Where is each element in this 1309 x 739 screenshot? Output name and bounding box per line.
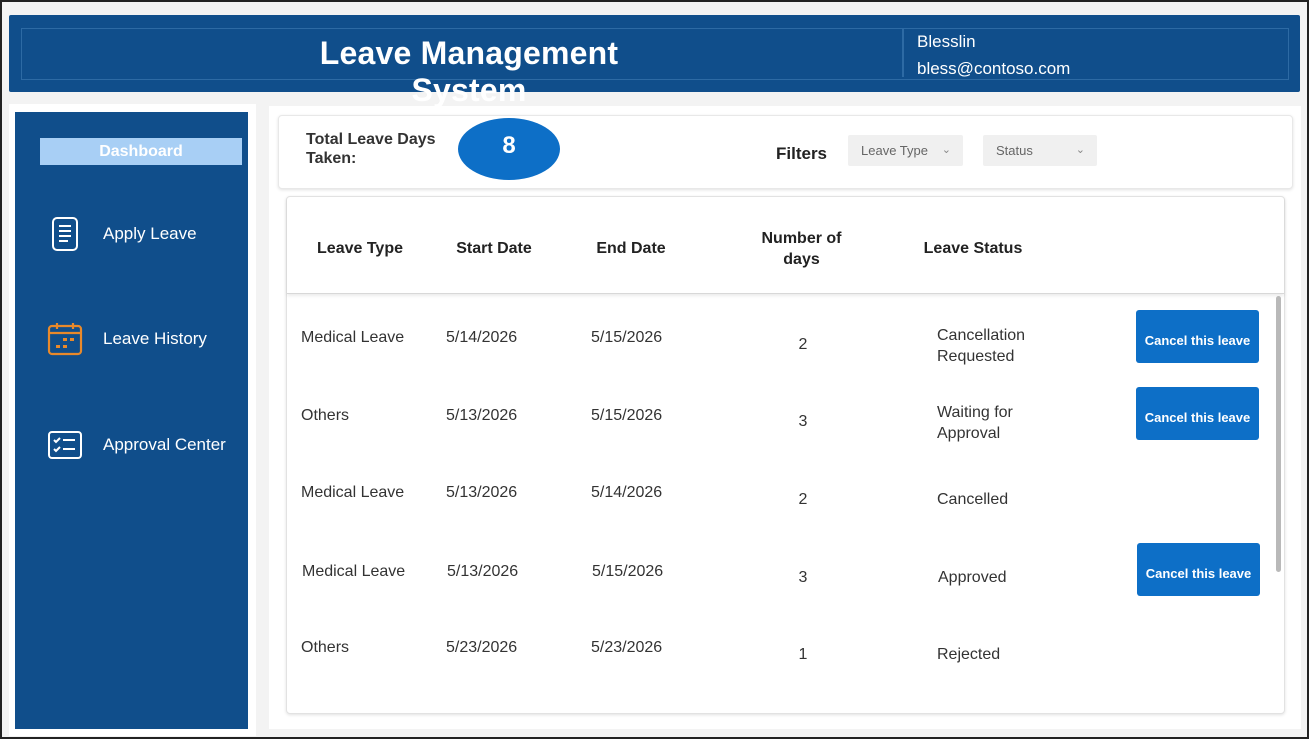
row-1-days: 2 [798,336,808,353]
row-4-status: Approved [938,569,1007,586]
row-1-status: Cancellation Requested [937,327,1026,365]
leave-table: Leave Type Start Date End Date Number of… [286,196,1285,714]
row-1-start-date: 5/14/2026 [446,329,518,346]
table-scrollbar[interactable] [1276,296,1281,572]
filters-label: Filters [776,144,828,163]
status-filter[interactable]: Status ⌄ [983,135,1097,166]
chevron-down-icon: ⌄ [941,144,951,156]
cancel-leave-button[interactable]: Cancel this leave [1136,387,1259,440]
row-1-leave-type: Medical Leave [301,329,405,346]
status-filter-label: Status [996,143,1033,158]
column-header-start-date: Start Date [456,240,532,257]
header-divider [902,29,904,77]
sidebar-item-apply-leave[interactable]: Apply Leave [45,209,245,259]
row-5-end-date: 5/23/2026 [591,639,663,656]
row-2-end-date: 5/15/2026 [591,407,663,424]
column-header-leave-status: Leave Status [923,240,1023,257]
sidebar: Dashboard Apply Leave Leave History Appr… [15,112,248,729]
row-4-end-date: 5/15/2026 [592,563,664,580]
column-header-number-of-days: Number of days [761,230,842,268]
user-email: bless@contoso.com [917,59,1071,78]
row-5-start-date: 5/23/2026 [446,639,518,656]
row-5-days: 1 [798,646,808,663]
row-3-start-date: 5/13/2026 [446,484,518,501]
leave-type-filter-label: Leave Type [861,143,928,158]
user-name: Blesslin [917,32,976,51]
total-leave-badge: 8 [458,118,560,180]
sidebar-item-approval-center[interactable]: Approval Center [45,420,245,470]
row-4-leave-type: Medical Leave [302,563,406,580]
sidebar-item-label: Leave History [103,329,207,348]
row-2-status: Waiting for Approval [937,404,1013,442]
sidebar-item-leave-history[interactable]: Leave History [45,314,245,364]
document-icon [45,214,85,254]
row-1-end-date: 5/15/2026 [591,329,663,346]
column-header-leave-type: Leave Type [317,240,403,257]
row-5-leave-type: Others [301,639,350,656]
row-5-status: Rejected [937,646,1001,663]
row-2-start-date: 5/13/2026 [446,407,518,424]
row-3-end-date: 5/14/2026 [591,484,663,501]
sidebar-item-label: Approval Center [103,435,226,454]
total-leave-label: Total Leave Days Taken: [306,131,436,167]
summary-card: Total Leave Days Taken: 8 Filters Leave … [278,115,1293,189]
table-header: Leave Type Start Date End Date Number of… [287,197,1284,294]
row-3-leave-type: Medical Leave [301,484,405,501]
app-header: Leave Management System Blesslin bless@c… [9,15,1300,108]
sidebar-item-label: Apply Leave [103,224,197,243]
calendar-icon [45,319,85,359]
checklist-icon [45,425,85,465]
row-3-status: Cancelled [937,491,1009,508]
row-4-days: 3 [798,569,808,586]
chevron-down-icon: ⌄ [1075,144,1085,156]
sidebar-tab-dashboard[interactable]: Dashboard [40,138,242,165]
cancel-leave-button[interactable]: Cancel this leave [1137,543,1260,596]
app-title: Leave Management System [319,35,619,108]
row-2-days: 3 [798,413,808,430]
row-4-start-date: 5/13/2026 [447,563,519,580]
cancel-leave-button[interactable]: Cancel this leave [1136,310,1259,363]
leave-type-filter[interactable]: Leave Type ⌄ [848,135,963,166]
row-2-leave-type: Others [301,407,350,424]
row-3-days: 2 [798,491,808,508]
column-header-end-date: End Date [596,240,666,257]
